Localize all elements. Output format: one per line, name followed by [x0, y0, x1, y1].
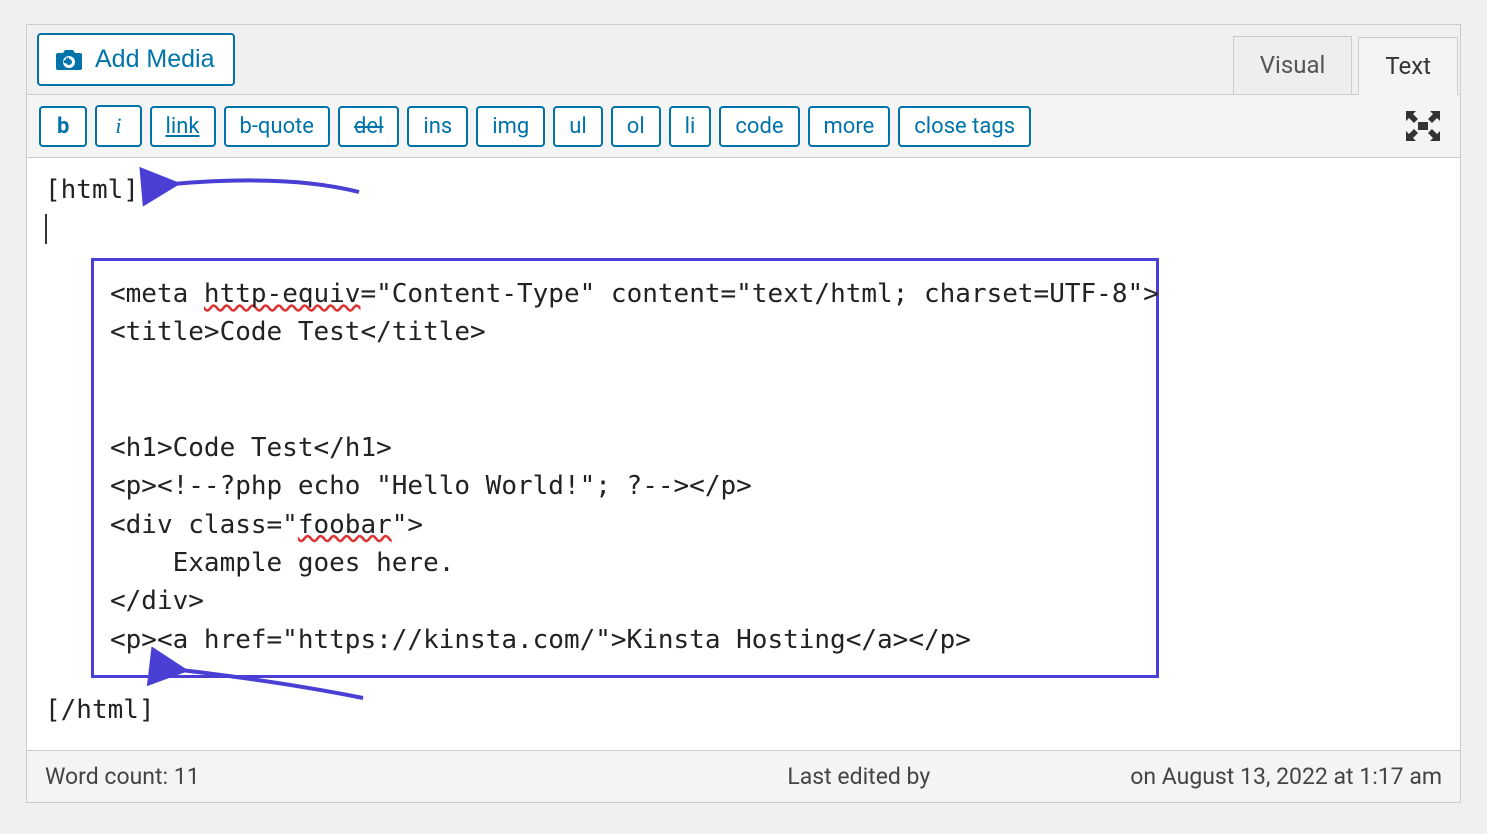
qt-img-button[interactable]: img [476, 106, 545, 147]
qt-close-tags-button[interactable]: close tags [898, 106, 1031, 147]
word-count: Word count: 11 [45, 763, 200, 790]
quicktags-toolbar: b i link b-quote del ins img ul ol li co… [27, 95, 1460, 158]
last-edited-by: Last edited by [787, 763, 930, 790]
code-content-box: <meta http-equiv="Content-Type" content=… [91, 258, 1159, 679]
qt-ins-button[interactable]: ins [407, 106, 468, 147]
qt-li-button[interactable]: li [669, 106, 712, 147]
shortcode-open: [html] [45, 172, 1442, 210]
add-media-label: Add Media [95, 45, 215, 74]
editor-container: Add Media Visual Text b i link b-quote d… [26, 24, 1461, 803]
qt-ol-button[interactable]: ol [611, 106, 661, 147]
editor-top-bar: Add Media Visual Text [27, 25, 1460, 95]
code-content: <meta http-equiv="Content-Type" content=… [110, 275, 1140, 660]
qt-link-button[interactable]: link [150, 106, 216, 147]
editor-status-bar: Word count: 11 Last edited by on August … [27, 750, 1460, 802]
shortcode-close: [/html] [45, 692, 1442, 730]
editor-tabs: Visual Text [1227, 36, 1458, 94]
qt-ul-button[interactable]: ul [553, 106, 602, 147]
qt-more-button[interactable]: more [808, 106, 891, 147]
editor-textarea[interactable]: [html] <meta http-equiv="Content-Type" c… [27, 158, 1460, 750]
qt-bold-button[interactable]: b [39, 106, 87, 147]
text-cursor [45, 214, 47, 244]
tab-visual[interactable]: Visual [1233, 36, 1353, 94]
add-media-button[interactable]: Add Media [37, 33, 235, 86]
qt-bquote-button[interactable]: b-quote [224, 106, 330, 147]
qt-del-button[interactable]: del [338, 106, 399, 147]
last-edited-date: on August 13, 2022 at 1:17 am [1130, 763, 1442, 790]
tab-text[interactable]: Text [1358, 37, 1458, 95]
qt-italic-button[interactable]: i [95, 105, 141, 147]
qt-code-button[interactable]: code [719, 106, 799, 147]
camera-music-icon [53, 47, 85, 73]
fullscreen-toggle-button[interactable] [1406, 111, 1440, 141]
fullscreen-icon [1406, 111, 1440, 141]
